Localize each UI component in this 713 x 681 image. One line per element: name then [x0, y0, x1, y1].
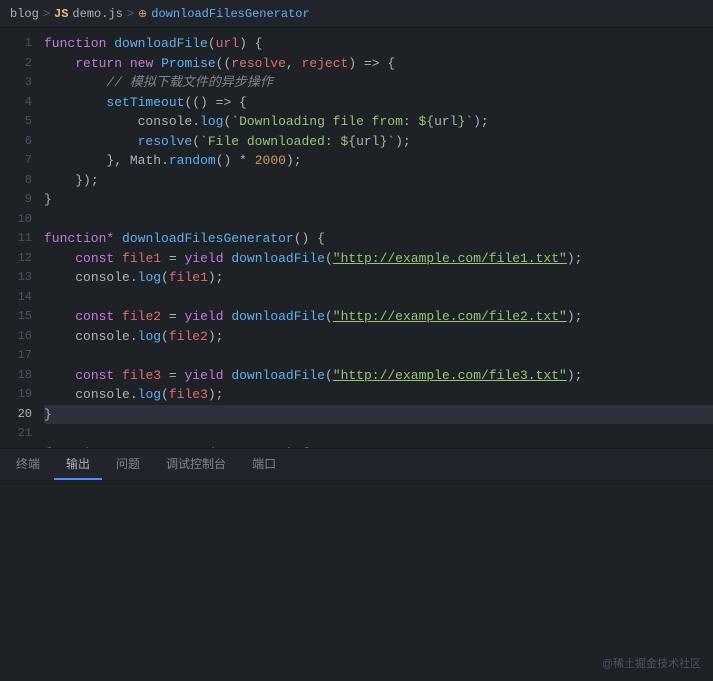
code-line-20: }: [44, 405, 713, 425]
breadcrumb-fn-name: downloadFilesGenerator: [151, 7, 309, 21]
breadcrumb-filename[interactable]: demo.js: [72, 7, 122, 21]
watermark: @稀土掘金技术社区: [602, 655, 701, 671]
code-line-7: }, Math.random() * 2000);: [44, 151, 713, 171]
terminal-body: @稀土掘金技术社区: [0, 481, 713, 681]
code-line-19: console.log(file3);: [44, 385, 713, 405]
code-line-10: [44, 210, 713, 230]
terminal-tab-terminal[interactable]: 终端: [4, 449, 52, 480]
code-line-6: resolve(`File downloaded: ${url}`);: [44, 132, 713, 152]
code-line-12: const file1 = yield downloadFile("http:/…: [44, 249, 713, 269]
code-line-1: function downloadFile(url) {: [44, 34, 713, 54]
code-line-4: setTimeout(() => {: [44, 93, 713, 113]
terminal-tab-debug[interactable]: 调试控制台: [154, 449, 238, 480]
code-line-18: const file3 = yield downloadFile("http:/…: [44, 366, 713, 386]
code-line-13: console.log(file1);: [44, 268, 713, 288]
code-editor: 1234567891011121314151617181920212223 fu…: [0, 28, 713, 448]
code-line-5: console.log(`Downloading file from: ${ur…: [44, 112, 713, 132]
code-line-21: [44, 424, 713, 444]
terminal-tabs: 终端输出问题调试控制台端口: [0, 449, 713, 481]
code-line-15: const file2 = yield downloadFile("http:/…: [44, 307, 713, 327]
breadcrumb: blog > JS demo.js > ⊕ downloadFilesGener…: [0, 0, 713, 28]
code-line-11: function* downloadFilesGenerator() {: [44, 229, 713, 249]
breadcrumb-sep2: >: [127, 7, 134, 21]
terminal-tab-problems[interactable]: 问题: [104, 449, 152, 480]
breadcrumb-blog[interactable]: blog: [10, 7, 39, 21]
code-line-14: [44, 288, 713, 308]
code-line-8: });: [44, 171, 713, 191]
code-line-17: [44, 346, 713, 366]
terminal-tab-output[interactable]: 输出: [54, 449, 102, 480]
code-area[interactable]: function downloadFile(url) { return new …: [40, 28, 713, 448]
terminal-panel: 终端输出问题调试控制台端口 @稀土掘金技术社区: [0, 448, 713, 680]
breadcrumb-fn-icon: ⊕: [138, 7, 147, 21]
code-line-16: console.log(file2);: [44, 327, 713, 347]
breadcrumb-sep1: >: [43, 7, 50, 21]
code-line-3: // 模拟下载文件的异步操作: [44, 73, 713, 93]
breadcrumb-js-icon: JS: [54, 7, 68, 21]
code-line-9: }: [44, 190, 713, 210]
terminal-tab-port[interactable]: 端口: [240, 449, 288, 480]
line-numbers: 1234567891011121314151617181920212223: [0, 28, 40, 448]
code-line-22: function runGenerator(generator) {: [44, 444, 713, 449]
code-line-2: return new Promise((resolve, reject) => …: [44, 54, 713, 74]
